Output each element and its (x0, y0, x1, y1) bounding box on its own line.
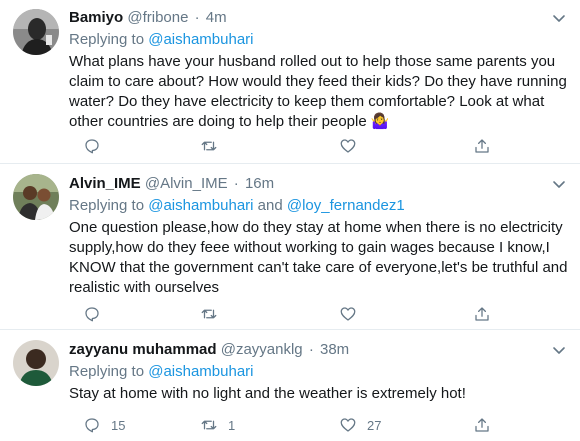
heart-icon (340, 139, 356, 153)
retweet-button[interactable] (200, 136, 228, 156)
mention-link[interactable]: @aishambuhari (148, 197, 253, 214)
replying-to: Replying to @aishambuhari (69, 30, 254, 50)
tweet-actions (69, 136, 509, 156)
display-name[interactable]: zayyanu muhammad (69, 341, 217, 358)
user-handle[interactable]: @zayyanklg (221, 341, 303, 358)
tweet-header: Bamiyo @fribone · 4m (69, 8, 227, 28)
tweet-actions: 15 1 27 (69, 415, 509, 435)
shrug-emoji: 🤷‍♀️ (370, 113, 390, 130)
avatar[interactable] (13, 9, 59, 55)
reply-button[interactable] (83, 136, 111, 156)
reply-button[interactable] (83, 304, 111, 324)
tweet[interactable]: zayyanu muhammad @zayyanklg · 38m Replyi… (0, 330, 580, 441)
display-name[interactable]: Alvin_IME (69, 175, 141, 192)
share-button[interactable] (473, 136, 491, 156)
retweet-button[interactable]: 1 (200, 415, 235, 435)
retweet-button[interactable] (200, 304, 228, 324)
reply-icon (85, 139, 99, 154)
share-icon (475, 307, 489, 321)
replying-label: Replying to (69, 363, 149, 380)
reply-count: 15 (111, 417, 126, 433)
share-icon (475, 418, 489, 432)
retweet-icon (201, 309, 217, 319)
like-count: 27 (367, 417, 382, 433)
user-handle[interactable]: @Alvin_IME (145, 175, 228, 192)
tweet-header: Alvin_IME @Alvin_IME · 16m (69, 174, 274, 194)
chevron-down-icon[interactable] (551, 176, 567, 192)
share-button[interactable] (473, 304, 491, 324)
retweet-icon (201, 141, 217, 151)
reply-icon (85, 418, 99, 433)
heart-icon (340, 307, 356, 321)
chevron-down-icon[interactable] (551, 342, 567, 358)
replying-joiner: and (253, 197, 287, 214)
avatar-image (13, 174, 59, 220)
replying-label: Replying to (69, 197, 149, 214)
reply-button[interactable]: 15 (83, 415, 125, 435)
replying-to: Replying to @aishambuhari (69, 362, 254, 382)
user-handle[interactable]: @fribone (127, 9, 188, 26)
tweet-actions (69, 304, 509, 324)
tweet-text: What plans have your husband rolled out … (69, 52, 569, 132)
tweet[interactable]: Alvin_IME @Alvin_IME · 16m Replying to @… (0, 164, 580, 330)
mention-link[interactable]: @loy_fernandez1 (287, 197, 405, 214)
tweet-body: Stay at home with no light and the weath… (69, 385, 466, 402)
mention-link[interactable]: @aishambuhari (148, 363, 253, 380)
separator: · (194, 9, 200, 26)
tweet-body: One question please,how do they stay at … (69, 219, 568, 296)
avatar[interactable] (13, 340, 59, 386)
mention-link[interactable]: @aishambuhari (148, 31, 253, 48)
avatar-image (13, 340, 59, 386)
separator: · (308, 341, 314, 358)
timestamp[interactable]: 16m (245, 175, 274, 192)
avatar-image (13, 9, 59, 55)
like-button[interactable] (339, 304, 367, 324)
display-name[interactable]: Bamiyo (69, 9, 123, 26)
share-icon (475, 139, 489, 153)
reply-icon (85, 307, 99, 322)
tweet-text: Stay at home with no light and the weath… (69, 384, 569, 404)
heart-icon (340, 418, 356, 432)
tweet-body: What plans have your husband rolled out … (69, 53, 567, 130)
like-button[interactable]: 27 (339, 415, 381, 435)
replying-label: Replying to (69, 31, 149, 48)
chevron-down-icon[interactable] (551, 10, 567, 26)
timestamp[interactable]: 4m (206, 9, 227, 26)
tweet[interactable]: Bamiyo @fribone · 4m Replying to @aisham… (0, 0, 580, 164)
separator: · (233, 175, 239, 192)
share-button[interactable] (473, 415, 491, 435)
tweet-text: One question please,how do they stay at … (69, 218, 569, 298)
tweet-header: zayyanu muhammad @zayyanklg · 38m (69, 340, 349, 360)
avatar[interactable] (13, 174, 59, 220)
retweet-count: 1 (228, 417, 236, 433)
timestamp[interactable]: 38m (320, 341, 349, 358)
retweet-icon (201, 420, 217, 430)
replying-to: Replying to @aishambuhari and @loy_ferna… (69, 196, 405, 216)
like-button[interactable] (339, 136, 367, 156)
